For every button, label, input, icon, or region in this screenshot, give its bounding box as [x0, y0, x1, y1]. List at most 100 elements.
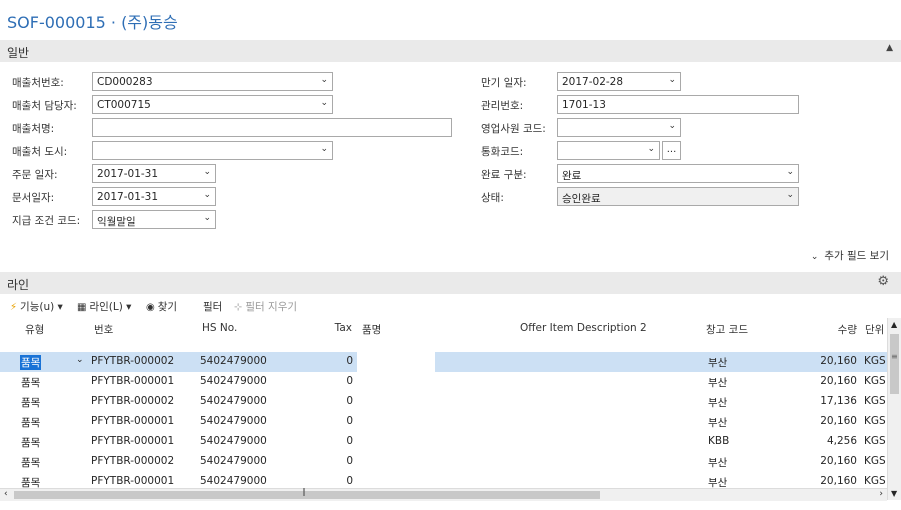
- table-row[interactable]: 품목 PFYTBR-000002 5402479000 0 부산 20,160 …: [0, 452, 887, 472]
- row-location-cell[interactable]: 부산: [708, 475, 727, 488]
- lines-section-header[interactable]: 라인 ⚙: [0, 272, 901, 294]
- row-unit-cell[interactable]: KGS: [864, 355, 886, 367]
- row-quantity-cell[interactable]: 20,160: [810, 415, 857, 427]
- column-header-unit[interactable]: 단위: [865, 322, 886, 336]
- row-no-cell[interactable]: PFYTBR-000001: [91, 475, 174, 487]
- row-hs-cell[interactable]: 5402479000: [200, 395, 267, 407]
- chevron-down-icon[interactable]: ⌄: [668, 121, 676, 131]
- general-section-header[interactable]: 일반 ▲: [0, 40, 901, 62]
- row-location-cell[interactable]: KBB: [708, 435, 729, 447]
- find-button[interactable]: ◉ 찾기: [146, 299, 177, 314]
- table-row[interactable]: 품목 ⌄ PFYTBR-000002 5402479000 0 부산 20,16…: [0, 352, 887, 372]
- row-unit-cell[interactable]: KGS: [864, 435, 886, 447]
- row-location-cell[interactable]: 부산: [708, 395, 727, 410]
- currency-assist-button[interactable]: ...: [662, 141, 681, 160]
- row-type-cell[interactable]: 품목: [21, 475, 40, 488]
- table-row[interactable]: 품목 PFYTBR-000001 5402479000 0 KBB 4,256 …: [0, 432, 887, 452]
- column-header-type[interactable]: 유형: [25, 322, 44, 336]
- row-tax-cell[interactable]: 0: [330, 375, 353, 387]
- gear-icon[interactable]: ⚙: [877, 274, 889, 289]
- row-no-cell[interactable]: PFYTBR-000002: [91, 355, 174, 367]
- column-header-tax[interactable]: Tax: [333, 322, 352, 336]
- row-type-cell[interactable]: 품목: [21, 395, 40, 410]
- chevron-down-icon[interactable]: ⌄: [320, 75, 328, 85]
- row-type-cell[interactable]: 품목: [21, 435, 40, 450]
- table-row[interactable]: 품목 PFYTBR-000001 5402479000 0 부산 20,160 …: [0, 372, 887, 392]
- customer-contact-field[interactable]: CT000715 ⌄: [92, 95, 333, 114]
- row-type-cell[interactable]: 품목: [21, 375, 40, 390]
- chevron-down-icon[interactable]: ⌄: [786, 167, 794, 177]
- customer-no-field[interactable]: CD000283 ⌄: [92, 72, 333, 91]
- customer-city-field[interactable]: ⌄: [92, 141, 333, 160]
- column-header-description[interactable]: 품명: [362, 322, 381, 336]
- chevron-down-icon[interactable]: ⌄: [320, 144, 328, 154]
- row-location-cell[interactable]: 부산: [708, 375, 727, 390]
- row-quantity-cell[interactable]: 20,160: [810, 455, 857, 467]
- payment-terms-field[interactable]: 익월말일 ⌄: [92, 210, 216, 229]
- chevron-down-icon[interactable]: ⌄: [203, 167, 211, 177]
- functions-menu-button[interactable]: ⚡ 기능(u) ▾: [10, 299, 63, 314]
- horizontal-scroll-thumb[interactable]: [14, 491, 600, 499]
- due-date-field[interactable]: 2017-02-28 ⌄: [557, 72, 681, 91]
- table-row[interactable]: 품목 PFYTBR-000001 5402479000 0 부산 20,160 …: [0, 412, 887, 432]
- row-hs-cell[interactable]: 5402479000: [200, 475, 267, 487]
- salesperson-code-field[interactable]: ⌄: [557, 118, 681, 137]
- row-type-cell[interactable]: 품목: [21, 415, 40, 430]
- scroll-down-icon[interactable]: ▼: [891, 489, 897, 498]
- row-quantity-cell[interactable]: 20,160: [810, 375, 857, 387]
- scroll-up-icon[interactable]: ▲: [891, 320, 897, 329]
- row-location-cell[interactable]: 부산: [708, 415, 727, 430]
- row-unit-cell[interactable]: KGS: [864, 375, 886, 387]
- column-header-hs-no[interactable]: HS No.: [202, 322, 237, 336]
- vertical-scroll-thumb[interactable]: [890, 334, 899, 394]
- row-hs-cell[interactable]: 5402479000: [200, 455, 267, 467]
- row-quantity-cell[interactable]: 4,256: [810, 435, 857, 447]
- row-tax-cell[interactable]: 0: [330, 395, 353, 407]
- chevron-down-icon[interactable]: ⌄: [203, 213, 211, 223]
- status-field[interactable]: 승인완료 ⌄: [557, 187, 799, 206]
- order-date-field[interactable]: 2017-01-31 ⌄: [92, 164, 216, 183]
- currency-code-field[interactable]: ⌄: [557, 141, 660, 160]
- horizontal-scrollbar[interactable]: ‹ ‖ ›: [0, 487, 887, 501]
- table-row[interactable]: 품목 PFYTBR-000001 5402479000 0 부산 20,160 …: [0, 472, 887, 488]
- chevron-down-icon[interactable]: ⌄: [668, 75, 676, 85]
- chevron-up-icon[interactable]: ▲: [886, 43, 893, 53]
- scroll-right-icon[interactable]: ›: [879, 489, 883, 499]
- control-no-field[interactable]: 1701-13: [557, 95, 799, 114]
- chevron-down-icon[interactable]: ⌄: [203, 190, 211, 200]
- column-header-quantity[interactable]: 수량: [810, 322, 857, 336]
- column-header-location-code[interactable]: 창고 코드: [706, 322, 748, 336]
- show-more-fields-button[interactable]: ⌄ 추가 필드 보기: [811, 248, 889, 263]
- chevron-down-icon[interactable]: ⌄: [320, 98, 328, 108]
- line-menu-button[interactable]: ▦ 라인(L) ▾: [77, 299, 131, 314]
- row-no-cell[interactable]: PFYTBR-000001: [91, 435, 174, 447]
- column-header-offer-description-2[interactable]: Offer Item Description 2: [520, 322, 647, 336]
- row-unit-cell[interactable]: KGS: [864, 415, 886, 427]
- row-no-cell[interactable]: PFYTBR-000002: [91, 455, 174, 467]
- chevron-down-icon[interactable]: ⌄: [786, 190, 794, 200]
- row-unit-cell[interactable]: KGS: [864, 475, 886, 487]
- document-date-field[interactable]: 2017-01-31 ⌄: [92, 187, 216, 206]
- chevron-down-icon[interactable]: ⌄: [647, 144, 655, 154]
- row-type-cell[interactable]: 품목: [20, 355, 42, 370]
- chevron-down-icon[interactable]: ⌄: [76, 355, 84, 365]
- row-no-cell[interactable]: PFYTBR-000001: [91, 415, 174, 427]
- table-row[interactable]: 품목 PFYTBR-000002 5402479000 0 부산 17,136 …: [0, 392, 887, 412]
- row-tax-cell[interactable]: 0: [330, 435, 353, 447]
- row-hs-cell[interactable]: 5402479000: [200, 375, 267, 387]
- row-unit-cell[interactable]: KGS: [864, 455, 886, 467]
- row-tax-cell[interactable]: 0: [330, 355, 353, 367]
- row-hs-cell[interactable]: 5402479000: [200, 415, 267, 427]
- vertical-scrollbar[interactable]: ▲ ≡ ▼: [887, 318, 901, 500]
- row-no-cell[interactable]: PFYTBR-000001: [91, 375, 174, 387]
- completion-type-field[interactable]: 완료 ⌄: [557, 164, 799, 183]
- filter-button[interactable]: 필터: [203, 299, 222, 314]
- row-quantity-cell[interactable]: 20,160: [810, 355, 857, 367]
- customer-name-field[interactable]: [92, 118, 452, 137]
- scroll-left-icon[interactable]: ‹: [4, 489, 8, 499]
- row-no-cell[interactable]: PFYTBR-000002: [91, 395, 174, 407]
- row-hs-cell[interactable]: 5402479000: [200, 355, 267, 367]
- row-type-cell[interactable]: 품목: [21, 455, 40, 470]
- row-quantity-cell[interactable]: 17,136: [810, 395, 857, 407]
- row-description-cell[interactable]: [357, 352, 435, 372]
